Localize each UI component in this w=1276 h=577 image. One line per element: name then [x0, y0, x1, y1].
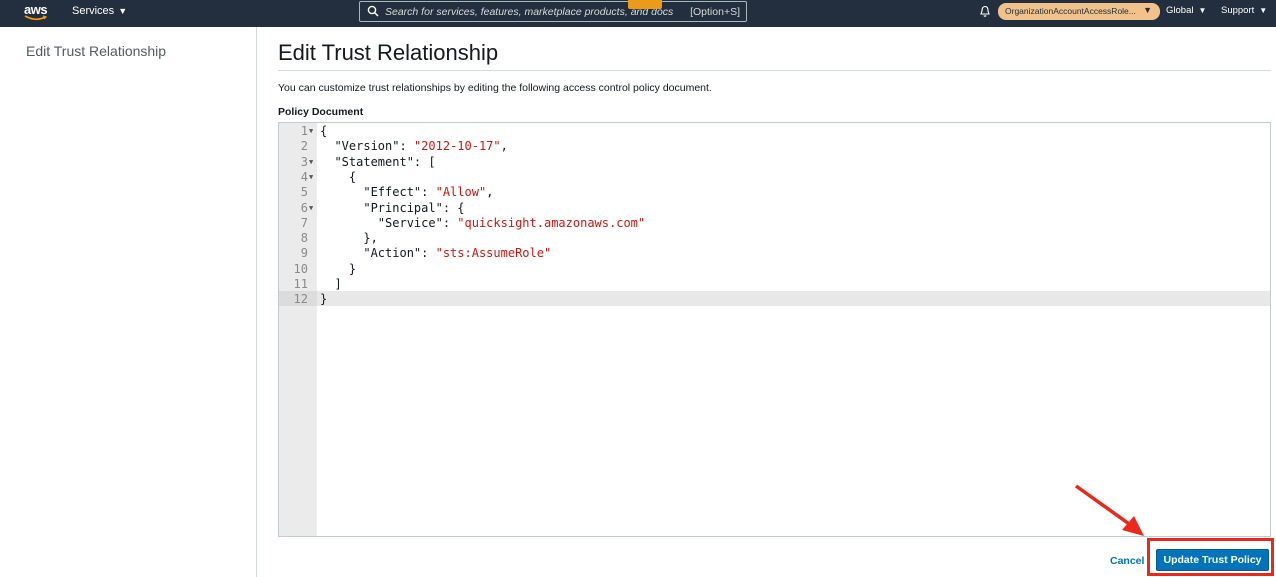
code-punct: , — [500, 139, 508, 154]
cancel-button[interactable]: Cancel — [1110, 555, 1144, 567]
code-string: "sts:AssumeRole" — [435, 246, 552, 261]
region-label: Global — [1166, 5, 1194, 16]
code-punct: } — [348, 261, 357, 276]
code-punct: } — [320, 292, 328, 307]
line-number: 6 — [300, 200, 308, 215]
policy-editor[interactable]: 1 ▼{2 "Version": "2012-10-17", 3 ▼ "Stateme… — [278, 122, 1271, 537]
code-text: "Principal": { — [320, 200, 465, 216]
search-icon — [367, 5, 379, 17]
support-label: Support — [1221, 5, 1255, 16]
code-punct: "Service": — [377, 215, 458, 230]
code-punct: { — [348, 169, 357, 184]
caret-down-icon: ▼ — [118, 6, 128, 16]
code-line: 9 "Action": "sts:AssumeRole" — [279, 246, 1270, 261]
update-trust-policy-button[interactable]: Update Trust Policy — [1156, 549, 1269, 571]
line-number: 9 — [300, 246, 308, 261]
code-line: 12} — [279, 292, 1270, 307]
account-menu[interactable]: OrganizationAccountAccessRole... ▼ — [998, 3, 1160, 20]
annotation-arrow-icon — [1074, 484, 1144, 536]
cursor-marker — [628, 0, 662, 9]
code-line: 7 "Service": "quicksight.amazonaws.com" — [279, 215, 1270, 231]
code-string: "2012-10-17" — [413, 139, 501, 154]
code-punct: "Statement": [ — [334, 154, 436, 169]
page-description: You can customize trust relationships by… — [278, 82, 712, 94]
code-punct: ] — [334, 277, 342, 291]
code-line: 8 }, — [279, 231, 1270, 246]
line-number: 7 — [300, 215, 308, 230]
line-number: 5 — [300, 185, 308, 200]
fold-caret-icon[interactable]: ▼ — [309, 124, 313, 139]
code-punct: "Principal": { — [363, 200, 465, 215]
code-line: 11 ] — [279, 277, 1270, 292]
code-punct: { — [320, 124, 328, 138]
code-punct: "Effect": — [363, 185, 436, 200]
support-menu[interactable]: Support ▼ — [1221, 5, 1267, 16]
search-bar[interactable]: Search for services, features, marketpla… — [359, 1, 747, 22]
fold-caret-icon[interactable]: ▼ — [309, 155, 313, 170]
code-text: "Version": "2012-10-17", — [320, 139, 508, 154]
code-line: 6 ▼ "Principal": { — [279, 200, 1270, 216]
policy-document-label: Policy Document — [278, 106, 364, 118]
line-number: 11 — [293, 277, 308, 291]
code-line: 1 ▼ { — [279, 124, 1270, 139]
code-text: "Action": "sts:AssumeRole" — [320, 246, 551, 261]
code-text: } — [320, 262, 356, 277]
code-punct: "Version": — [334, 139, 414, 154]
code-line: 10 } — [279, 261, 1270, 277]
line-number: 12 — [293, 292, 308, 307]
code-text: "Service": "quicksight.amazonaws.com" — [320, 216, 645, 231]
fold-caret-icon[interactable]: ▼ — [309, 201, 313, 216]
code-text: "Effect": "Allow", — [320, 185, 493, 200]
line-number: 1 — [300, 124, 308, 138]
code-text: { — [320, 170, 356, 185]
line-number: 2 — [300, 139, 308, 154]
caret-down-icon: ▼ — [1198, 6, 1207, 15]
code-string: "quicksight.amazonaws.com" — [457, 215, 646, 230]
code-punct: , — [486, 185, 494, 200]
code-text: }, — [320, 231, 378, 246]
code-text: { — [320, 124, 327, 139]
title-divider — [278, 70, 1271, 71]
fold-caret-icon[interactable]: ▼ — [309, 170, 313, 185]
code-text: "Statement": [ — [320, 154, 436, 170]
left-panel: Edit Trust Relationship — [0, 27, 257, 577]
code-punct: "Action": — [363, 246, 436, 261]
code-line: 4 ▼ { — [279, 169, 1270, 185]
code-text: } — [320, 292, 327, 307]
code-line: 5 "Effect": "Allow", — [279, 185, 1270, 200]
code-punct: }, — [363, 231, 378, 246]
aws-logo[interactable]: aws — [24, 2, 50, 24]
line-number: 4 — [300, 169, 308, 184]
aws-smile-icon — [24, 15, 48, 21]
services-label: Services — [72, 5, 115, 17]
line-number: 10 — [293, 261, 308, 276]
bell-icon[interactable] — [979, 5, 991, 18]
page-title: Edit Trust Relationship — [278, 40, 499, 65]
services-menu[interactable]: Services ▼ — [72, 5, 127, 17]
region-menu[interactable]: Global ▼ — [1166, 5, 1206, 16]
top-nav-bar: aws Services ▼ Search for services, featu… — [0, 0, 1276, 27]
caret-down-icon: ▼ — [1143, 5, 1152, 15]
search-shortcut: [Option+S] — [690, 6, 740, 18]
code-text: ] — [320, 277, 342, 292]
line-number: 8 — [300, 231, 308, 246]
code-line: 2 "Version": "2012-10-17", — [279, 139, 1270, 154]
line-number: 3 — [300, 154, 308, 169]
caret-down-icon: ▼ — [1259, 6, 1268, 15]
code-line: 3 ▼ "Statement": [ — [279, 154, 1270, 170]
code-string: "Allow" — [435, 185, 487, 200]
sidebar-title: Edit Trust Relationship — [26, 43, 167, 59]
account-label: OrganizationAccountAccessRole... — [1005, 6, 1136, 16]
